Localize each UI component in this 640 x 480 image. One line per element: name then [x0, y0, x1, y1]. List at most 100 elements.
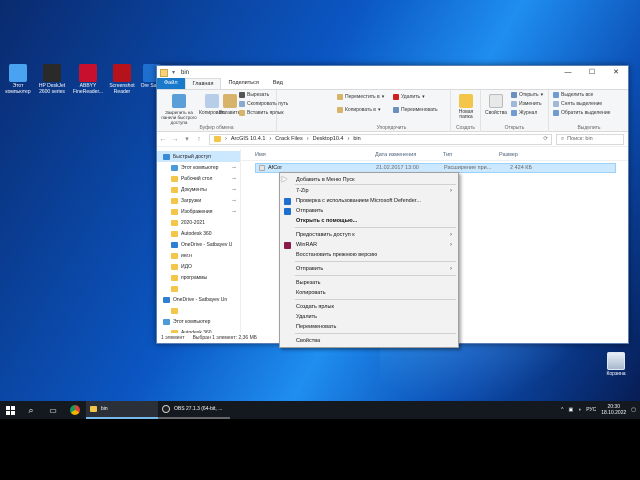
- nav-item[interactable]: OneDrive - Satbayev Un: [157, 294, 240, 305]
- column-size[interactable]: Размер: [499, 152, 518, 158]
- pin-icon: [172, 94, 186, 108]
- clock[interactable]: 20:30 18.10.2022: [601, 404, 626, 416]
- context-menu-item[interactable]: Переименовать: [281, 322, 457, 332]
- maximize-button[interactable]: ☐: [580, 66, 604, 79]
- close-button[interactable]: ✕: [604, 66, 628, 79]
- back-icon[interactable]: ←: [157, 136, 169, 143]
- submenu-arrow-icon: ›: [450, 188, 452, 194]
- tab-share[interactable]: Поделиться: [221, 78, 265, 89]
- task-view-icon[interactable]: ▭: [42, 401, 64, 419]
- network-icon[interactable]: ▣: [568, 407, 573, 413]
- context-menu-item[interactable]: 7-Zip ›: [281, 186, 457, 196]
- quick-access-toolbar[interactable]: ▾: [172, 69, 175, 76]
- chrome-icon[interactable]: [64, 401, 86, 419]
- copy-to-button[interactable]: Копировать в ▾: [337, 107, 380, 113]
- nav-item[interactable]: Autodesk 360: [157, 228, 240, 239]
- breadcrumb-item[interactable]: Desktop10.4: [313, 136, 344, 142]
- context-menu-item[interactable]: Отправить: [281, 206, 457, 216]
- nav-item[interactable]: инг.н: [157, 250, 240, 261]
- up-icon[interactable]: ↑: [193, 136, 205, 143]
- context-menu-item[interactable]: Копировать: [281, 288, 457, 298]
- nav-item[interactable]: Рабочий стол ⊸: [157, 173, 240, 184]
- nav-item[interactable]: Документы ⊸: [157, 184, 240, 195]
- breadcrumb-item[interactable]: ArcGIS 10.4.1: [231, 136, 266, 142]
- nav-item-label: Autodesk 360: [181, 230, 212, 237]
- file-date: 21.02.2017 13:00: [376, 165, 419, 171]
- context-menu-item[interactable]: Восстановить прежнюю версию: [281, 250, 457, 260]
- new-folder-button[interactable]: Новая папка: [454, 94, 478, 120]
- column-type[interactable]: Тип: [443, 152, 452, 158]
- nav-item[interactable]: Этот компьютер ⊸: [157, 162, 240, 173]
- context-menu-item[interactable]: Вырезать: [281, 278, 457, 288]
- minimize-button[interactable]: —: [556, 66, 580, 79]
- tab-view[interactable]: Вид: [266, 78, 290, 89]
- pin-button[interactable]: Закрепить на панели быстрого доступа: [160, 94, 198, 125]
- paste-shortcut-button[interactable]: Вставить ярлык: [239, 110, 284, 116]
- column-name[interactable]: Имя: [255, 152, 266, 158]
- desktop-icon-recycle-bin[interactable]: Корзина: [598, 352, 634, 377]
- nav-item[interactable]: OneDrive - Satbayev U: [157, 239, 240, 250]
- taskbar-app-explorer[interactable]: bin: [86, 401, 158, 419]
- refresh-icon[interactable]: ⟳: [543, 136, 548, 142]
- context-menu-item[interactable]: Добавить в Меню Пуск: [281, 175, 457, 185]
- abbyy-icon: [79, 64, 97, 82]
- nav-item[interactable]: [157, 283, 240, 294]
- desktop-icon-this-pc[interactable]: Этот компьютер: [0, 64, 36, 95]
- history-button[interactable]: Журнал: [511, 110, 537, 116]
- volume-icon[interactable]: ◖: [578, 407, 581, 413]
- taskbar: ⌕ ▭ bin OBS 27.1.3 (64-bit, ... ^ ▣ ◖ РУ…: [0, 401, 640, 419]
- taskbar-app-obs[interactable]: OBS 27.1.3 (64-bit, ...: [158, 401, 230, 419]
- nav-item[interactable]: 2020-2021: [157, 217, 240, 228]
- open-button[interactable]: Открыть ▾: [511, 92, 543, 98]
- nav-item[interactable]: программы: [157, 272, 240, 283]
- select-all-button[interactable]: Выделить все: [553, 92, 593, 98]
- desktop-icon-printer[interactable]: HP DeskJet 2600 series: [34, 64, 70, 95]
- nav-item[interactable]: Быстрый доступ: [157, 151, 240, 162]
- submenu-arrow-icon: ›: [450, 266, 452, 272]
- language-indicator[interactable]: РУС: [586, 407, 596, 413]
- cut-button[interactable]: Вырезать: [239, 92, 269, 98]
- tab-home[interactable]: Главная: [184, 78, 222, 89]
- submenu-arrow-icon: ›: [450, 242, 452, 248]
- nav-item[interactable]: Загрузки ⊸: [157, 195, 240, 206]
- context-menu-item[interactable]: Свойства: [281, 336, 457, 346]
- rename-button[interactable]: Переименовать: [393, 107, 438, 113]
- select-none-button[interactable]: Снять выделение: [553, 101, 602, 107]
- menu-item-icon: [284, 198, 291, 205]
- nav-item[interactable]: Этот компьютер: [157, 316, 240, 327]
- context-menu-item[interactable]: Открыть с помощью...: [281, 216, 457, 226]
- tab-file[interactable]: Файл: [157, 78, 185, 89]
- context-menu-item[interactable]: WinRAR ›: [281, 240, 457, 250]
- forward-icon[interactable]: →: [169, 136, 181, 143]
- nav-item[interactable]: ИДО: [157, 261, 240, 272]
- delete-button[interactable]: Удалить ▾: [393, 94, 425, 100]
- history-icon: [511, 110, 517, 116]
- group-label: Выделить: [577, 125, 601, 131]
- copy-path-button[interactable]: Скопировать путь: [239, 101, 288, 107]
- context-menu-item[interactable]: Удалить: [281, 312, 457, 322]
- invert-selection-button[interactable]: Обратить выделение: [553, 110, 610, 116]
- group-label: Открыть: [504, 125, 525, 131]
- nav-item[interactable]: Изображения ⊸: [157, 206, 240, 217]
- column-date[interactable]: Дата изменения: [375, 152, 416, 158]
- paste-button[interactable]: Вставить: [219, 94, 240, 116]
- search-icon[interactable]: ⌕: [20, 401, 42, 419]
- breadcrumb-item[interactable]: bin: [353, 136, 360, 142]
- show-hidden-icons[interactable]: ^: [561, 407, 563, 413]
- edit-button[interactable]: Изменить: [511, 101, 542, 107]
- desktop-icon-abbyy[interactable]: ABBYY FineReader...: [70, 64, 106, 95]
- pin-icon: ⊸: [231, 164, 236, 171]
- context-menu-item[interactable]: Отправить ›: [281, 264, 457, 274]
- start-button[interactable]: [0, 401, 20, 419]
- move-to-button[interactable]: Переместить в ▾: [337, 94, 384, 100]
- recent-locations-icon[interactable]: ▾: [181, 135, 193, 143]
- context-menu-item[interactable]: Создать ярлык: [281, 302, 457, 312]
- address-bar[interactable]: › ArcGIS 10.4.1 › Crack Files › Desktop1…: [209, 133, 552, 145]
- context-menu-item[interactable]: Проверка с использованием Microsoft Defe…: [281, 196, 457, 206]
- breadcrumb-item[interactable]: Crack Files: [275, 136, 303, 142]
- context-menu-item[interactable]: Предоставить доступ к ›: [281, 230, 457, 240]
- search-box[interactable]: ⌕ Поиск: bin: [556, 133, 624, 145]
- properties-button[interactable]: Свойства: [485, 94, 507, 116]
- nav-item[interactable]: [157, 305, 240, 316]
- notifications-icon[interactable]: ▢: [631, 407, 636, 413]
